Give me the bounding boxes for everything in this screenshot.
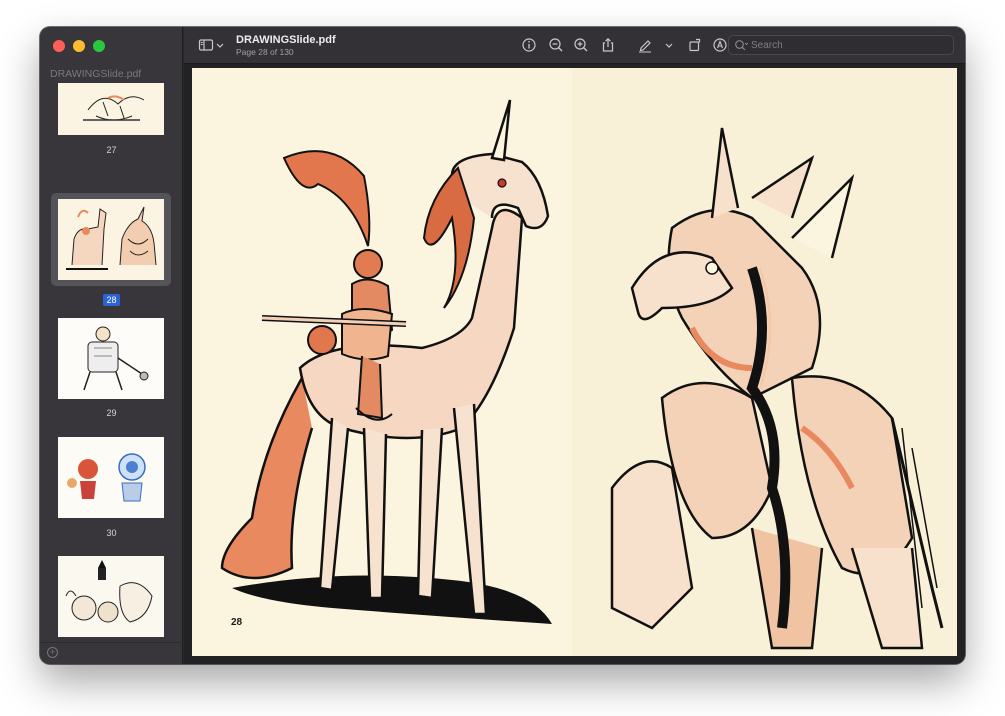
share-icon[interactable] — [600, 37, 616, 53]
thumbnail-image — [58, 556, 164, 637]
highlight-pen-icon[interactable] — [637, 37, 653, 53]
document-view[interactable]: 28 — [184, 64, 965, 664]
thumbnail-list[interactable]: 27 28 29 30 — [40, 83, 183, 643]
page-number: 28 — [231, 617, 243, 628]
plus-circle-icon[interactable]: + — [47, 647, 58, 658]
window-controls — [53, 40, 105, 52]
zoom-window-button[interactable] — [93, 40, 105, 52]
thumbnail-label: 29 — [106, 408, 117, 418]
close-window-button[interactable] — [53, 40, 65, 52]
thumbnail-image — [58, 437, 164, 518]
sidebar-icon[interactable] — [198, 37, 214, 53]
sidebar-footer: + — [40, 642, 183, 664]
document-title: DRAWINGSlide.pdf — [236, 34, 336, 46]
zoom-out-icon[interactable] — [548, 37, 564, 53]
page-info: Page 28 of 130 — [236, 47, 294, 57]
thumbnail-image — [58, 83, 164, 135]
search-input[interactable] — [751, 38, 947, 53]
thumbnail-image — [58, 199, 164, 280]
thumbnail-label: 27 — [106, 145, 117, 155]
info-icon[interactable] — [521, 37, 537, 53]
sidebar-title: DRAWINGSlide.pdf — [50, 68, 142, 80]
zoom-in-icon[interactable] — [573, 37, 589, 53]
chevron-down-icon[interactable] — [215, 37, 225, 53]
thumbnail-label: 28 — [103, 294, 120, 306]
pdf-page: 28 — [192, 68, 957, 656]
markup-icon[interactable] — [712, 37, 728, 53]
thumbnail-image — [58, 318, 164, 399]
thumbnail-label: 30 — [106, 528, 117, 538]
preview-window: DRAWINGSlide.pdf 27 28 29 30 + DRAWINGSl… — [40, 27, 965, 664]
toolbar: DRAWINGSlide.pdf Page 28 of 130 — [184, 27, 965, 64]
page-illustration — [220, 68, 957, 656]
sidebar: DRAWINGSlide.pdf 27 28 29 30 + — [40, 27, 183, 664]
minimize-window-button[interactable] — [73, 40, 85, 52]
search-field[interactable] — [728, 35, 954, 55]
search-icon — [734, 39, 748, 52]
rotate-icon[interactable] — [687, 37, 703, 53]
chevron-down-icon[interactable] — [664, 37, 674, 53]
